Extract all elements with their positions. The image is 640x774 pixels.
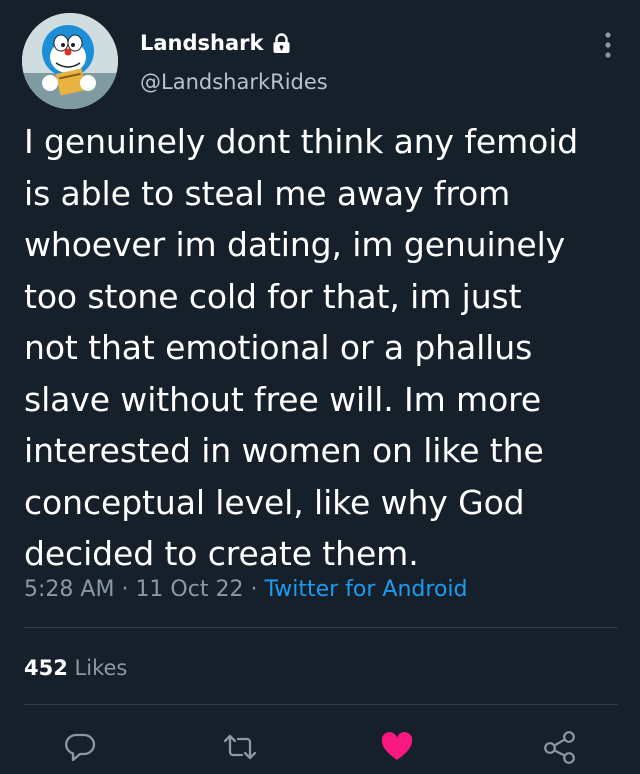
like-icon (381, 732, 413, 760)
divider (24, 627, 618, 628)
retweet-button[interactable] (221, 730, 259, 764)
divider (24, 704, 618, 705)
retweet-icon (223, 734, 257, 760)
avatar-image (22, 13, 118, 109)
vertical-dots-icon[interactable] (604, 31, 612, 59)
likes-count: 452 (24, 656, 68, 680)
share-button[interactable] (541, 730, 579, 764)
likes-stat[interactable]: 452 Likes (24, 654, 127, 682)
tweet-line: I genuinely dont think any femoid (24, 122, 579, 161)
tweet-line: not that emotional or a phallus (24, 328, 533, 367)
reply-icon (65, 733, 96, 762)
reply-button[interactable] (61, 730, 99, 764)
like-button[interactable] (378, 730, 416, 764)
display-name-row[interactable]: Landshark (140, 30, 291, 56)
tweet-source-link[interactable]: Twitter for Android (264, 577, 467, 602)
user-handle[interactable]: @LandsharkRides (140, 69, 328, 95)
meta-separator: · (250, 577, 258, 602)
lock-icon (272, 32, 291, 54)
tweet-line: decided to create them. (24, 534, 419, 573)
tweet-time[interactable]: 5:28 AM (24, 577, 114, 602)
share-icon (544, 731, 575, 764)
tweet-text: I genuinely dont think any femoid is abl… (24, 116, 624, 580)
tweet-line: too stone cold for that, im just (24, 276, 522, 316)
likes-label: Likes (74, 656, 128, 680)
tweet-line: is able to steal me away from (24, 173, 511, 213)
tweet-line: interested in women on like the (24, 431, 544, 470)
tweet-line: whoever im dating, im genuinely (24, 225, 566, 264)
display-name[interactable]: Landshark (140, 30, 263, 56)
tweet-meta: 5:28 AM · 11 Oct 22 · Twitter for Androi… (24, 575, 467, 605)
meta-separator: · (121, 577, 129, 602)
tweet-line: conceptual level, like why God (24, 482, 525, 522)
tweet-line: slave without free will. Im more (24, 379, 542, 419)
avatar[interactable] (22, 13, 118, 109)
tweet-date[interactable]: 11 Oct 22 (135, 577, 243, 602)
